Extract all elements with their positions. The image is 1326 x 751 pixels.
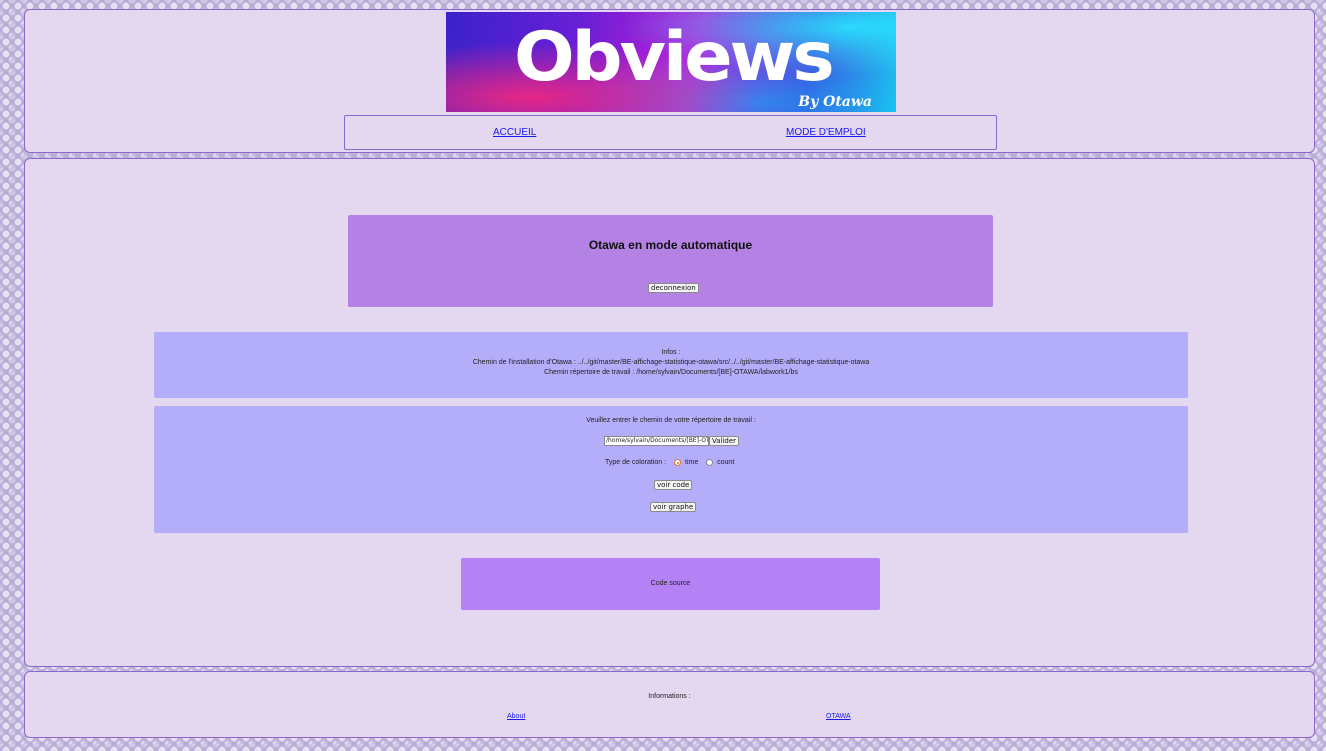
header-panel: Obviews By Otawa ACCUEIL MODE D'EMPLOI [24, 9, 1315, 153]
infos-box: Infos : Chemin de l'installation d'Otawa… [154, 332, 1188, 398]
radio-count-label: count [717, 459, 735, 466]
nav-home-link[interactable]: ACCUEIL [493, 127, 536, 138]
source-code-box: Code source [461, 558, 880, 610]
otawa-link[interactable]: OTAWA [826, 713, 851, 720]
logout-button[interactable]: deconnexion [648, 283, 699, 293]
footer-panel: Informations : About OTAWA [24, 671, 1315, 738]
footer-title: Informations : [648, 693, 691, 700]
radio-time[interactable] [674, 459, 682, 466]
obviews-banner: Obviews By Otawa [446, 12, 896, 112]
nav-manual-link[interactable]: MODE D'EMPLOI [786, 127, 866, 138]
main-panel: Otawa en mode automatique deconnexion In… [24, 158, 1315, 667]
install-path-text: Chemin de l'installation d'Otawa : ../..… [472, 359, 870, 366]
source-code-title: Code source [650, 580, 691, 587]
view-graph-button[interactable]: voir graphe [650, 502, 697, 512]
coloration-label: Type de coloration : [605, 459, 667, 466]
nav-bar: ACCUEIL MODE D'EMPLOI [344, 115, 997, 150]
workdir-form: Veuillez entrer le chemin de votre réper… [154, 406, 1188, 533]
radio-time-label: time [685, 459, 699, 466]
about-link[interactable]: About [507, 713, 525, 720]
view-code-button[interactable]: voir code [654, 480, 693, 490]
workdir-prompt: Veuillez entrer le chemin de votre réper… [586, 417, 756, 424]
validate-button[interactable]: Valider [709, 436, 740, 446]
radio-count[interactable] [706, 459, 714, 466]
mode-title: Otawa en mode automatique [588, 238, 753, 252]
workdir-path-input[interactable]: /home/sylvain/Documents/[BE]-OTAWA/labwo… [604, 436, 709, 446]
infos-heading: Infos : [661, 349, 681, 356]
coloration-row: Type de coloration : time count [605, 459, 734, 466]
work-path-text: Chemin répertoire de travail : /home/syl… [544, 369, 798, 376]
banner-logo-text: Obviews [514, 18, 835, 97]
mode-box: Otawa en mode automatique deconnexion [348, 215, 993, 307]
banner-subtitle: By Otawa [798, 94, 872, 110]
